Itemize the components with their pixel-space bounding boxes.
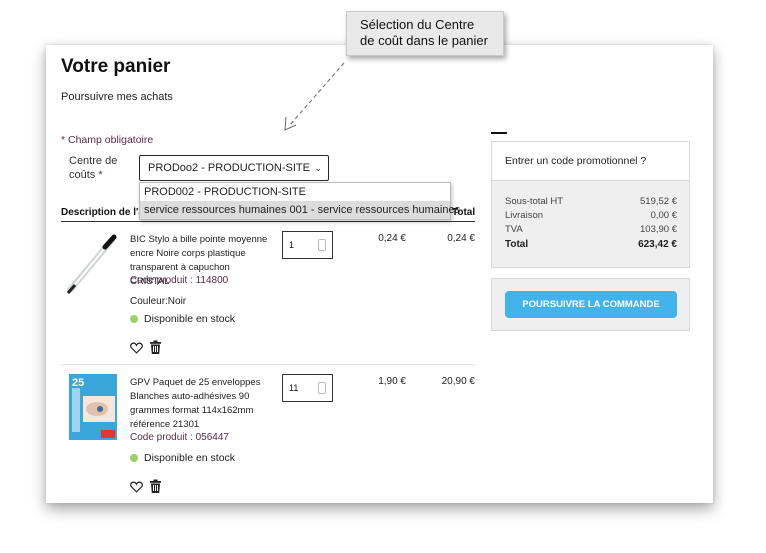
quantity-input[interactable]: 1 (282, 231, 333, 259)
trash-icon[interactable] (150, 479, 161, 493)
unit-price: 0,24 € (378, 233, 406, 244)
shipping-label: Livraison (505, 210, 544, 221)
subtotal-value: 519,52 € (640, 196, 677, 207)
shipping-value: 0,00 € (650, 210, 677, 221)
cost-center-option[interactable]: PROD002 - PRODUCTION-SITE (140, 183, 450, 201)
required-field-note: * Champ obligatoire (61, 134, 154, 146)
checkout-button[interactable]: POURSUIVRE LA COMMANDE (505, 291, 677, 318)
annotation-callout: Sélection du Centre de coût dans le panie… (346, 11, 504, 56)
image-label: 25 (72, 377, 84, 389)
product-color: Couleur:Noir (130, 296, 187, 307)
shipping-row: Livraison 0,00 € (505, 210, 677, 221)
spinner-icon[interactable] (318, 239, 326, 251)
vat-value: 103,90 € (640, 224, 677, 235)
envelope-product-image[interactable]: 25 (69, 374, 117, 440)
unit-price: 1,90 € (378, 376, 406, 387)
line-total: 0,24 € (447, 233, 475, 244)
cost-center-dropdown[interactable]: PROD002 - PRODUCTION-SITE service ressou… (139, 182, 460, 220)
stock-dot-icon (130, 315, 138, 323)
total-label: Total (505, 239, 529, 250)
vat-row: TVA 103,90 € (505, 224, 677, 235)
summary-divider (491, 132, 507, 134)
stock-status-text: Disponible en stock (144, 313, 236, 325)
trash-icon[interactable] (150, 340, 161, 354)
cost-center-select[interactable]: PRODoo2 - PRODUCTION-SITE ⌄ (139, 155, 329, 181)
total-row: Total 623,42 € (505, 239, 677, 250)
quantity-value: 1 (289, 240, 295, 250)
continue-shopping-link[interactable]: Poursuivre mes achats (61, 91, 173, 103)
cost-center-selected-value: PRODoo2 - PRODUCTION-SITE (148, 162, 310, 174)
cost-center-label-text: Centre de coûts * (69, 155, 118, 181)
table-header-divider (61, 221, 475, 222)
spinner-icon[interactable] (318, 382, 326, 394)
chevron-down-icon: ⌄ (314, 163, 322, 173)
product-code: Code produit : 114800 (130, 275, 229, 286)
column-header-description: Description de l'ar (61, 207, 148, 218)
required-mark: * (98, 169, 103, 181)
stock-status-text: Disponible en stock (144, 452, 236, 464)
vat-label: TVA (505, 224, 523, 235)
pen-product-image[interactable] (62, 234, 118, 296)
row-divider (61, 364, 475, 365)
heart-icon[interactable] (130, 481, 143, 493)
order-summary: Sous-total HT 519,52 € Livraison 0,00 € … (491, 181, 690, 268)
stock-dot-icon (130, 454, 138, 462)
line-total: 20,90 € (441, 376, 475, 387)
cost-center-label: Centre de coûts * (69, 154, 131, 182)
subtotal-label: Sous-total HT (505, 196, 564, 207)
subtotal-row: Sous-total HT 519,52 € (505, 196, 677, 207)
product-code: Code produit : 056447 (130, 432, 229, 443)
promo-code-toggle[interactable]: Entrer un code promotionnel ? (491, 141, 690, 181)
cost-center-option-highlighted[interactable]: service ressources humaines 001 - servic… (140, 201, 460, 219)
stock-status: Disponible en stock (130, 452, 235, 464)
product-name[interactable]: GPV Paquet de 25 enveloppes Blanches aut… (130, 376, 270, 432)
quantity-value: 11 (289, 383, 299, 393)
stock-status: Disponible en stock (130, 313, 235, 325)
heart-icon[interactable] (130, 342, 143, 354)
total-value: 623,42 € (638, 239, 677, 250)
page-title: Votre panier (61, 56, 171, 77)
quantity-input[interactable]: 11 (282, 374, 333, 402)
